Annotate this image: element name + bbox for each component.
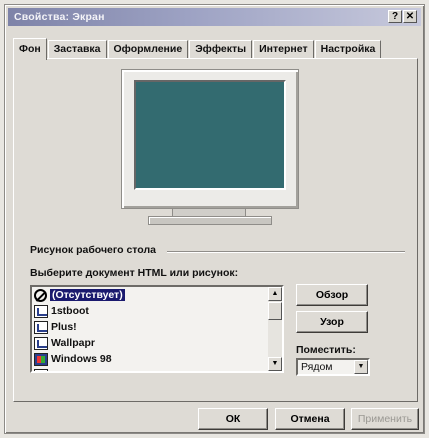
scroll-thumb[interactable] [268, 302, 282, 320]
tab-effects[interactable]: Эффекты [189, 40, 253, 59]
wallpaper-list-label: Выберите документ HTML или рисунок: [30, 267, 239, 279]
ok-button-label: ОК [225, 413, 241, 425]
display-properties-dialog: Свойства: Экран ? ✕ Фон Заставка Оформле… [4, 4, 425, 434]
chevron-down-icon[interactable]: ▼ [354, 360, 368, 374]
tab-web[interactable]: Интернет [253, 40, 314, 59]
list-item[interactable]: Windows 98 [32, 351, 282, 367]
window-title: Свойства: Экран [14, 11, 105, 23]
list-item-label: Qo [51, 369, 66, 371]
tab-strip: Фон Заставка Оформление Эффекты Интернет… [13, 37, 382, 60]
scroll-down-arrow-icon[interactable]: ▼ [268, 357, 282, 371]
list-scrollbar[interactable]: ▲ ▼ [268, 287, 282, 371]
document-icon [34, 320, 48, 334]
tab-appearance[interactable]: Оформление [107, 40, 189, 59]
list-item[interactable]: Plus! [32, 319, 282, 335]
wallpaper-list[interactable]: (Отсутствует) 1stboot Plus! Wallpapr Win… [30, 285, 284, 373]
document-icon [34, 368, 48, 371]
cancel-button[interactable]: Отмена [275, 408, 345, 430]
position-select[interactable]: Рядом ▼ [296, 358, 370, 376]
apply-button[interactable]: Применить [351, 408, 419, 430]
document-icon [34, 336, 48, 350]
pattern-button-label: Узор [320, 316, 344, 328]
close-button[interactable]: ✕ [403, 10, 417, 23]
browse-button[interactable]: Обзор [296, 284, 368, 306]
document-icon [34, 304, 48, 318]
ok-button[interactable]: ОК [198, 408, 268, 430]
tab-background[interactable]: Фон [13, 38, 47, 60]
list-item[interactable]: Qo [32, 367, 282, 371]
browse-button-label: Обзор [315, 289, 349, 301]
windows-icon [34, 352, 48, 366]
tab-screensaver[interactable]: Заставка [47, 40, 107, 59]
list-item-label: Windows 98 [51, 353, 112, 365]
scroll-up-arrow-icon[interactable]: ▲ [268, 287, 282, 301]
position-label: Поместить: [296, 344, 356, 356]
pattern-button[interactable]: Узор [296, 311, 368, 333]
position-select-value: Рядом [301, 361, 333, 373]
title-bar[interactable]: Свойства: Экран ? ✕ [8, 8, 421, 26]
cancel-button-label: Отмена [290, 413, 330, 425]
monitor-stand [148, 216, 272, 225]
list-item[interactable]: (Отсутствует) [32, 287, 282, 303]
list-item-label: (Отсутствует) [50, 289, 125, 301]
list-item[interactable]: Wallpapr [32, 335, 282, 351]
group-divider [167, 251, 405, 253]
list-item-label: 1stboot [51, 305, 89, 317]
none-icon [34, 288, 47, 302]
monitor-preview-screen [134, 80, 286, 190]
wallpaper-group-label: Рисунок рабочего стола [30, 244, 156, 256]
apply-button-label: Применить [357, 413, 413, 425]
list-item-label: Plus! [51, 321, 77, 333]
help-button[interactable]: ? [388, 10, 402, 23]
background-tab-panel: Рисунок рабочего стола Выберите документ… [13, 58, 418, 402]
list-item-label: Wallpapr [51, 337, 95, 349]
tab-settings[interactable]: Настройка [314, 40, 382, 59]
list-item[interactable]: 1stboot [32, 303, 282, 319]
monitor-preview [121, 69, 299, 209]
